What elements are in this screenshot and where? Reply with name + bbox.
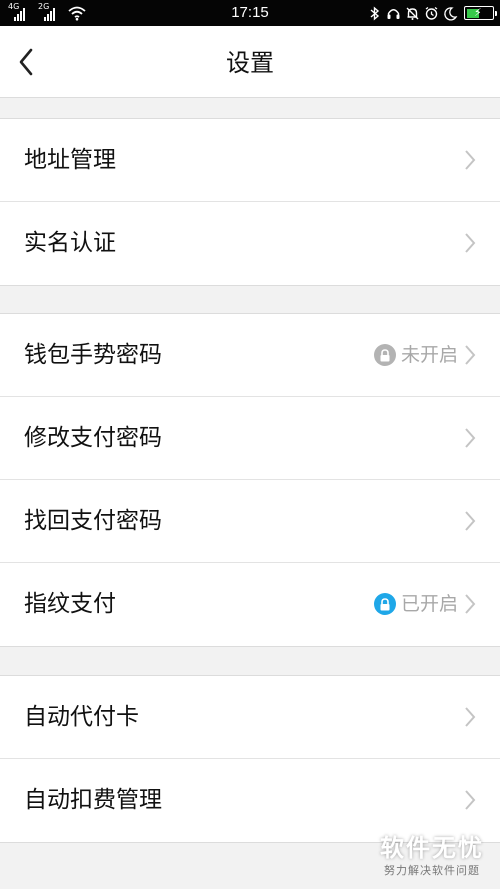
- settings-item-change-payment-password[interactable]: 修改支付密码: [0, 397, 500, 480]
- alarm-clock-icon: [425, 6, 438, 20]
- chevron-right-icon: [465, 428, 476, 448]
- alarm-bell-icon: [406, 7, 419, 20]
- settings-item-fingerprint-payment[interactable]: 指纹支付 已开启: [0, 563, 500, 646]
- chevron-right-icon: [465, 594, 476, 614]
- status-text: 未开启: [400, 344, 458, 366]
- settings-group-security: 钱包手势密码 未开启 修改支付密码 找回支付密码 指纹支付 已开启: [0, 313, 500, 647]
- status-indicator: 已开启: [373, 591, 458, 617]
- settings-item-auto-pay-card[interactable]: 自动代付卡: [0, 676, 500, 759]
- status-right: ⚡: [367, 3, 497, 23]
- battery-icon: ⚡: [464, 6, 497, 20]
- page-title: 设置: [226, 49, 274, 77]
- settings-item-label: 实名认证: [24, 230, 116, 256]
- chevron-right-icon: [465, 345, 476, 365]
- settings-item-label: 指纹支付: [24, 591, 116, 617]
- lock-icon: [373, 344, 396, 366]
- chevron-right-icon: [465, 790, 476, 810]
- settings-item-wallet-gesture-password[interactable]: 钱包手势密码 未开启: [0, 314, 500, 397]
- settings-item-label: 钱包手势密码: [24, 342, 162, 368]
- status-indicator: 未开启: [373, 342, 458, 368]
- moon-icon: [444, 6, 458, 21]
- chevron-right-icon: [465, 707, 476, 727]
- charging-icon: ⚡: [474, 6, 482, 19]
- status-bar: 4G 2G 17:15 ⚡: [0, 0, 500, 26]
- settings-item-recover-payment-password[interactable]: 找回支付密码: [0, 480, 500, 563]
- settings-item-label: 找回支付密码: [24, 508, 162, 534]
- settings-item-auto-deduction-management[interactable]: 自动扣费管理: [0, 759, 500, 842]
- lock-icon: [373, 593, 396, 615]
- settings-item-label: 自动代付卡: [24, 704, 139, 730]
- watermark-title: 软件无忧: [380, 834, 484, 862]
- chevron-right-icon: [465, 511, 476, 531]
- watermark: 软件无忧 努力解决软件问题: [380, 835, 484, 878]
- settings-item-address-management[interactable]: 地址管理: [0, 119, 500, 202]
- chevron-right-icon: [465, 150, 476, 170]
- watermark-subtitle: 努力解决软件问题: [384, 864, 480, 877]
- nav-bar: 设置: [0, 26, 500, 98]
- chevron-right-icon: [465, 233, 476, 253]
- settings-item-real-name-verification[interactable]: 实名认证: [0, 202, 500, 285]
- headset-icon: [387, 8, 400, 19]
- settings-group-auto-pay: 自动代付卡 自动扣费管理: [0, 675, 500, 843]
- bluetooth-icon: [370, 5, 380, 21]
- status-text: 已开启: [400, 593, 458, 615]
- settings-item-label: 自动扣费管理: [24, 787, 162, 813]
- settings-item-label: 地址管理: [24, 147, 116, 173]
- settings-item-label: 修改支付密码: [24, 425, 162, 451]
- settings-group-account: 地址管理 实名认证: [0, 118, 500, 286]
